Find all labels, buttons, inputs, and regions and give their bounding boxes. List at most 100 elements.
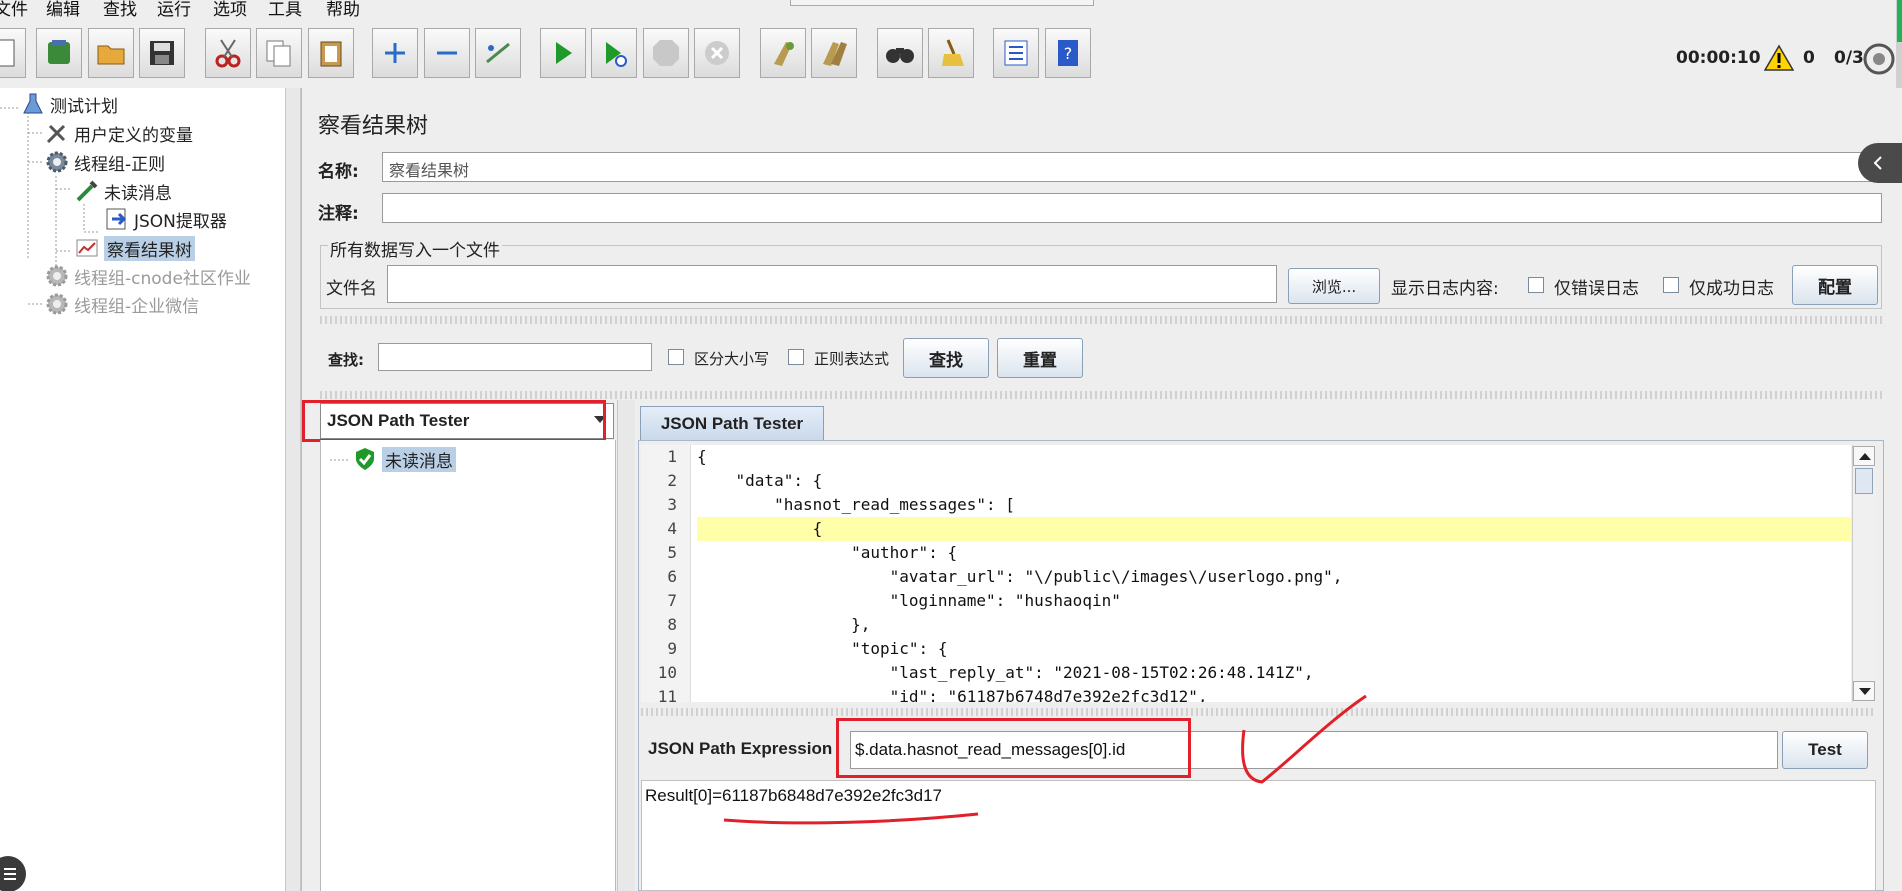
tree-item-test-plan[interactable]: 测试计划 xyxy=(20,91,118,117)
help-button[interactable]: ? xyxy=(1045,28,1091,78)
code-line: "author": { xyxy=(697,543,958,562)
expand-button[interactable] xyxy=(372,28,418,78)
regex-checkbox[interactable] xyxy=(788,349,804,365)
filename-input[interactable] xyxy=(387,265,1277,303)
case-sensitive-checkbox[interactable] xyxy=(668,349,684,365)
copy-button[interactable] xyxy=(256,28,302,78)
result-output-text: Result[0]=61187b6848d7e392e2fc3d17 xyxy=(645,786,942,805)
toggle-icon xyxy=(486,42,510,64)
code-line: "id": "61187b6748d7e392e2fc3d12", xyxy=(697,687,1208,702)
save-button[interactable] xyxy=(139,28,185,78)
tree-item-thread-group-wecom[interactable]: 线程组-企业微信 xyxy=(44,291,199,317)
splitter-left[interactable] xyxy=(285,88,301,891)
code-line: "last_reply_at": "2021-08-15T02:26:48.14… xyxy=(697,663,1314,682)
chevron-left-icon xyxy=(1873,156,1882,170)
code-line: { xyxy=(697,447,707,466)
new-button[interactable] xyxy=(0,28,26,78)
gear-icon xyxy=(46,151,68,173)
line-number: 10 xyxy=(657,663,677,682)
shutdown-button[interactable] xyxy=(694,28,740,78)
wrench-icon xyxy=(46,124,66,144)
tree-item-thread-group-cnode[interactable]: 线程组-cnode社区作业 xyxy=(44,263,251,289)
scroll-down-button[interactable] xyxy=(1853,681,1875,701)
play-icon xyxy=(556,42,572,64)
line-number: 11 xyxy=(657,687,677,702)
line-number: 8 xyxy=(667,615,677,634)
tree-item-json-extractor[interactable]: JSON提取器 xyxy=(104,206,227,232)
comment-field[interactable] xyxy=(382,193,1882,223)
warning-count: 0 xyxy=(1803,48,1815,68)
splitter-handle[interactable] xyxy=(320,316,1882,324)
clear-all-button[interactable] xyxy=(811,28,857,78)
menu-tools[interactable]: 工具 xyxy=(268,0,302,20)
configure-button[interactable]: 配置 xyxy=(1792,265,1878,305)
broom-icon xyxy=(942,39,964,66)
name-field[interactable]: 察看结果树 xyxy=(382,152,1882,182)
filename-label: 文件名 xyxy=(326,279,377,299)
code-line: "data": { xyxy=(697,471,823,490)
browse-button[interactable]: 浏览... xyxy=(1288,268,1380,304)
menu-help[interactable]: 帮助 xyxy=(326,0,360,20)
tree-item-thread-group-regex[interactable]: 线程组-正则 xyxy=(44,149,165,175)
success-only-checkbox[interactable] xyxy=(1663,277,1679,293)
tree-item-user-vars[interactable]: 用户定义的变量 xyxy=(44,120,193,146)
menu-options[interactable]: 选项 xyxy=(213,0,247,20)
menu-edit[interactable]: 编辑 xyxy=(46,0,80,20)
stop-button[interactable] xyxy=(643,28,689,78)
status-strip xyxy=(1897,0,1902,42)
splitter-handle-2[interactable] xyxy=(320,391,1882,399)
play-no-pause-icon xyxy=(606,42,627,67)
code-line: { xyxy=(697,519,823,538)
scroll-thumb[interactable] xyxy=(1855,468,1873,494)
tree-lines xyxy=(330,459,348,461)
elapsed-timer: 00:00:10 xyxy=(1676,48,1761,68)
clear-button[interactable] xyxy=(760,28,806,78)
annotation-box-renderer xyxy=(302,400,606,442)
start-button[interactable] xyxy=(540,28,586,78)
test-button[interactable]: Test xyxy=(1782,731,1868,769)
write-to-file-title: 所有数据写入一个文件 xyxy=(328,236,502,261)
result-item-unread-messages[interactable]: 未读消息 xyxy=(352,446,456,472)
menu-search[interactable]: 查找 xyxy=(103,0,137,20)
tab-json-path-tester[interactable]: JSON Path Tester xyxy=(640,406,824,441)
errors-only-checkbox[interactable] xyxy=(1528,277,1544,293)
open-button[interactable] xyxy=(88,28,134,78)
line-number: 2 xyxy=(667,471,677,490)
cut-button[interactable] xyxy=(205,28,251,78)
name-label: 名称: xyxy=(318,162,359,182)
paste-button[interactable] xyxy=(308,28,354,78)
save-icon xyxy=(150,41,174,65)
reset-search-button[interactable] xyxy=(928,28,974,78)
scroll-up-button[interactable] xyxy=(1853,446,1875,466)
popup-edge xyxy=(790,0,1094,6)
search-button[interactable] xyxy=(877,28,923,78)
search-label: 查找: xyxy=(328,351,364,369)
reset-button[interactable]: 重置 xyxy=(997,338,1083,378)
start-no-pause-button[interactable] xyxy=(591,28,637,78)
search-input[interactable] xyxy=(378,343,652,371)
binoculars-icon xyxy=(886,48,914,63)
menu-run[interactable]: 运行 xyxy=(157,0,191,20)
toggle-button[interactable] xyxy=(475,28,521,78)
menu-file[interactable]: 文件 xyxy=(0,0,28,20)
toolbar: ? xyxy=(0,22,1902,86)
tree-item-view-results-tree[interactable]: 察看结果树 xyxy=(74,235,195,261)
code-line: "avatar_url": "\/public\/images\/userlog… xyxy=(697,567,1343,586)
splitter-middle[interactable] xyxy=(617,400,635,891)
line-number: 9 xyxy=(667,639,677,658)
help-book-icon: ? xyxy=(1058,40,1078,66)
function-helper-button[interactable] xyxy=(993,28,1039,78)
templates-button[interactable] xyxy=(36,28,82,78)
warning-icon[interactable] xyxy=(1764,44,1794,72)
pipette-icon xyxy=(76,180,98,202)
sidebar-collapse-button[interactable] xyxy=(1858,143,1902,183)
collapse-button[interactable] xyxy=(424,28,470,78)
clipboard-icon xyxy=(320,41,342,67)
chart-icon xyxy=(76,239,98,257)
json-path-expression-label: JSON Path Expression xyxy=(648,739,833,758)
tree-item-unread-messages[interactable]: 未读消息 xyxy=(74,178,172,204)
remote-status-icon[interactable] xyxy=(1862,42,1896,76)
splitter-handle-3[interactable] xyxy=(641,708,1876,716)
find-button[interactable]: 查找 xyxy=(903,338,989,378)
plus-icon xyxy=(385,43,405,63)
